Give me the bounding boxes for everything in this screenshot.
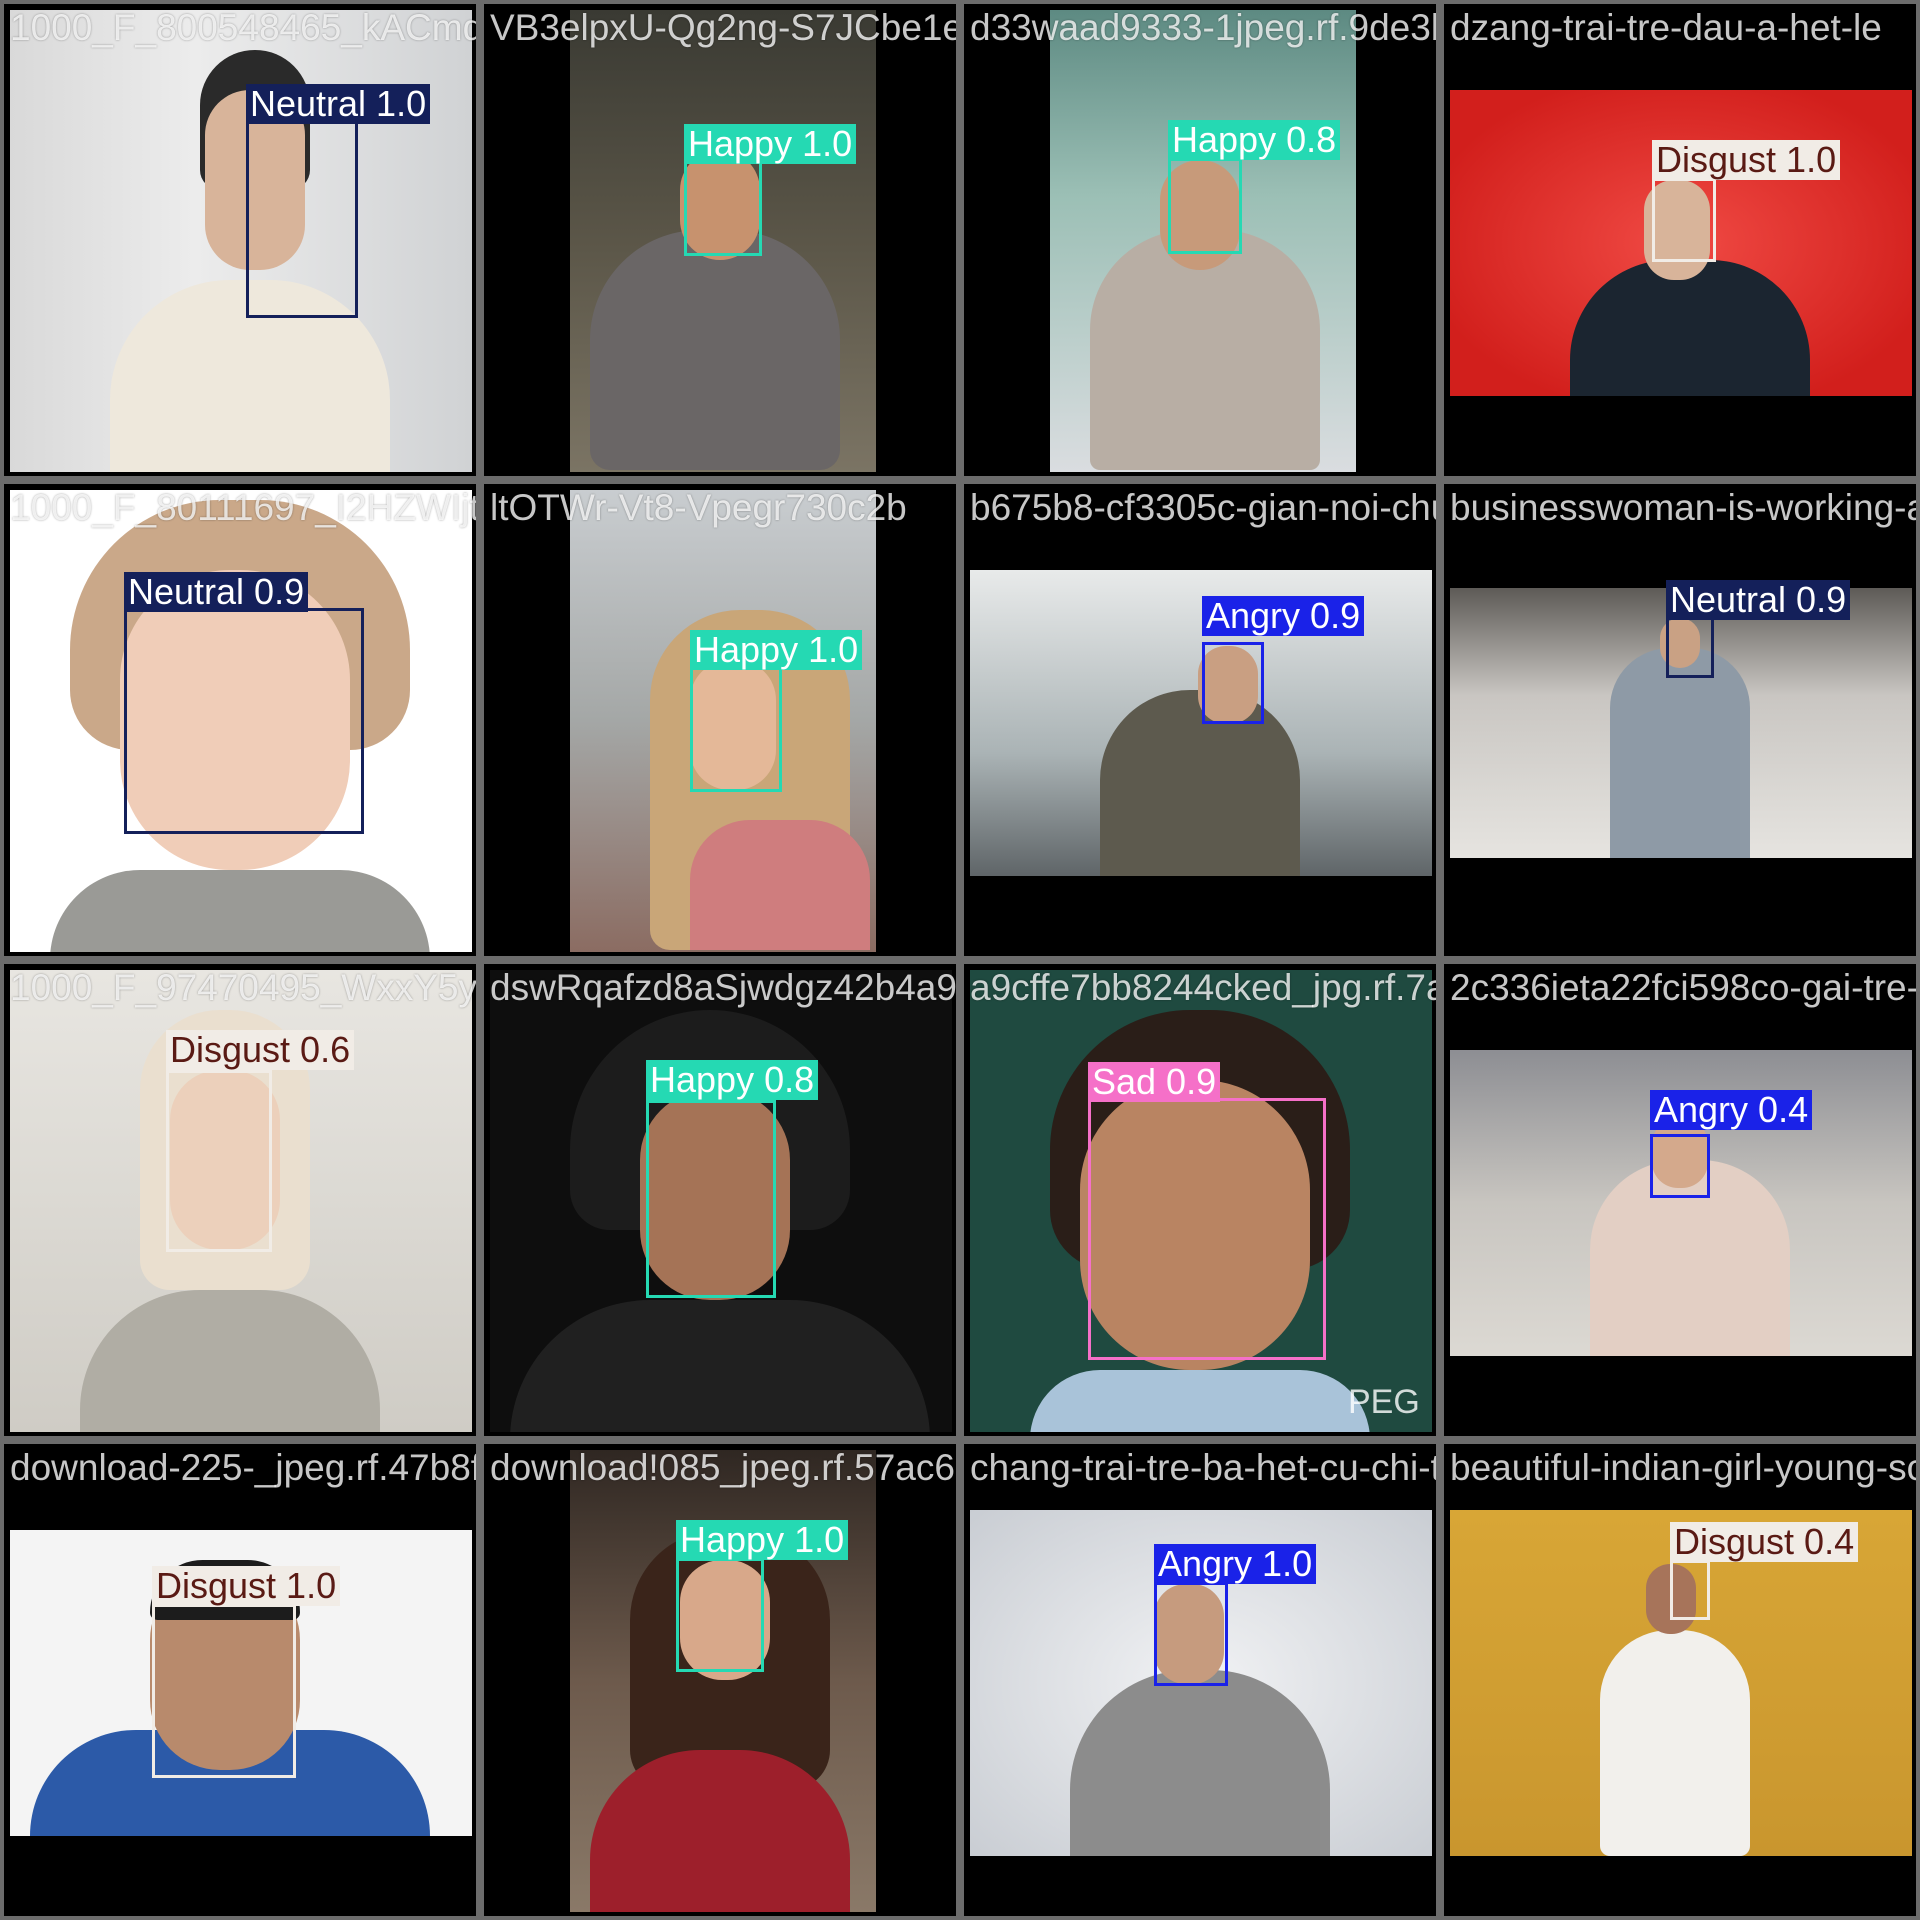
face-bounding-box: [1168, 158, 1242, 254]
result-tile[interactable]: chang-trai-tre-ba-het-cu-chi-tuc-gian_jp…: [960, 1440, 1440, 1920]
result-tile[interactable]: 1000_F_80111697_I2HZWIjtOTWr Neutral 0.9: [0, 480, 480, 960]
filename-caption: chang-trai-tre-ba-het-cu-chi-tuc-gian_jp: [970, 1447, 1440, 1488]
detection-results-grid: 1000_F_800548465_kACmqdWxexpaxU82djgeJrO…: [0, 0, 1920, 1920]
face-bounding-box: [1670, 1560, 1710, 1620]
filename-caption: VB3elpxU-Qg2ng-S7JCbe1edowaad-9333-1jpeg: [490, 7, 956, 48]
result-tile[interactable]: 1000_F_800548465_kACmqdWxexpaxU82djgeJrO…: [0, 0, 480, 480]
emotion-label: Disgust 0.6: [166, 1030, 355, 1070]
result-tile[interactable]: ltOTWr-Vt8-Vpegr730c2b Happy 1.0: [480, 480, 960, 960]
face-bounding-box: [676, 1558, 764, 1672]
emotion-label: Neutral 0.9: [1666, 580, 1851, 620]
result-tile[interactable]: 1000_F_97470495_WxxY5ydswRqafzd8aSjwdgz4…: [0, 960, 480, 1440]
face-bounding-box: [1154, 1582, 1228, 1686]
face-bounding-box: [152, 1604, 296, 1778]
result-tile[interactable]: dswRqafzd8aSjwdgz42b4a9cffe7bb82445 Happ…: [480, 960, 960, 1440]
face-bounding-box: [646, 1100, 776, 1298]
emotion-label: Happy 0.8: [1168, 120, 1341, 160]
emotion-label: Disgust 1.0: [1652, 140, 1841, 180]
emotion-label: Happy 1.0: [690, 630, 863, 670]
filename-caption: 1000_F_97470495_WxxY5ydswRqafzd8aSjwdgz4…: [10, 967, 477, 1008]
filename-caption: dzang-trai-tre-dau-a-het-le: [1450, 7, 1882, 48]
filename-caption: 2c336ieta22fci598co-gai-tre-co: [1450, 967, 1920, 1008]
face-bounding-box: [690, 666, 782, 792]
emotion-label: Angry 0.4: [1650, 1090, 1813, 1130]
face-bounding-box: [1088, 1098, 1326, 1360]
face-bounding-box: [124, 608, 364, 834]
result-tile[interactable]: beautiful-indian-girl-young-sc Disgust 0…: [1440, 1440, 1920, 1920]
emotion-label: Neutral 1.0: [246, 84, 431, 124]
face-bounding-box: [1666, 614, 1714, 678]
face-bounding-box: [166, 1070, 272, 1252]
filename-caption: a9cffe7bb8244cked_jpg.rf.7a0: [970, 967, 1440, 1008]
watermark-text: PEG: [1348, 1383, 1420, 1421]
emotion-label: Happy 1.0: [684, 124, 857, 164]
photo: [10, 10, 472, 472]
emotion-label: Happy 0.8: [646, 1060, 819, 1100]
result-tile[interactable]: 2c336ieta22fci598co-gai-tre-co Angry 0.4: [1440, 960, 1920, 1440]
face-bounding-box: [246, 118, 358, 318]
filename-caption: d33waad9333-1jpeg.rf.9de3bd221141fe8c8: [970, 7, 1436, 48]
result-tile[interactable]: download!085_jpeg.rf.57ac67dba90a700e Ha…: [480, 1440, 960, 1920]
emotion-label: Disgust 0.4: [1670, 1522, 1859, 1562]
result-tile[interactable]: a9cffe7bb8244cked_jpg.rf.7a0 Sad 0.9 PEG: [960, 960, 1440, 1440]
face-bounding-box: [1650, 1134, 1710, 1198]
filename-caption: ltOTWr-Vt8-Vpegr730c2b: [490, 487, 907, 528]
result-tile[interactable]: VB3elpxU-Qg2ng-S7JCbe1edowaad-9333-1jpeg…: [480, 0, 960, 480]
result-tile[interactable]: dzang-trai-tre-dau-a-het-le Disgust 1.0: [1440, 0, 1920, 480]
emotion-label: Sad 0.9: [1088, 1062, 1221, 1102]
face-bounding-box: [684, 160, 762, 256]
filename-caption: download-225-_jpeg.rf.47b8f09fdf9fad!085: [10, 1447, 480, 1488]
filename-caption: 1000_F_80111697_I2HZWIjtOTWr: [10, 487, 480, 528]
filename-caption: businesswoman-is-working-a: [1450, 487, 1920, 528]
face-bounding-box: [1652, 178, 1716, 262]
filename-caption: 1000_F_800548465_kACmqdWxexpaxU82djgeJrO…: [10, 7, 480, 48]
face-bounding-box: [1202, 642, 1264, 724]
emotion-label: Happy 1.0: [676, 1520, 849, 1560]
emotion-label: Disgust 1.0: [152, 1566, 341, 1606]
result-tile[interactable]: businesswoman-is-working-a Neutral 0.9: [1440, 480, 1920, 960]
emotion-label: Angry 1.0: [1154, 1544, 1317, 1584]
result-tile[interactable]: d33waad9333-1jpeg.rf.9de3bd221141fe8c8 H…: [960, 0, 1440, 480]
filename-caption: download!085_jpeg.rf.57ac67dba90a700e: [490, 1447, 956, 1488]
filename-caption: b675b8-cf3305c-gian-noi-chuyen-tren-dien: [970, 487, 1436, 528]
filename-caption: dswRqafzd8aSjwdgz42b4a9cffe7bb82445: [490, 967, 957, 1008]
filename-caption: beautiful-indian-girl-young-sc: [1450, 1447, 1920, 1488]
result-tile[interactable]: b675b8-cf3305c-gian-noi-chuyen-tren-dien…: [960, 480, 1440, 960]
result-tile[interactable]: download-225-_jpeg.rf.47b8f09fdf9fad!085…: [0, 1440, 480, 1920]
emotion-label: Neutral 0.9: [124, 572, 309, 612]
emotion-label: Angry 0.9: [1202, 596, 1365, 636]
